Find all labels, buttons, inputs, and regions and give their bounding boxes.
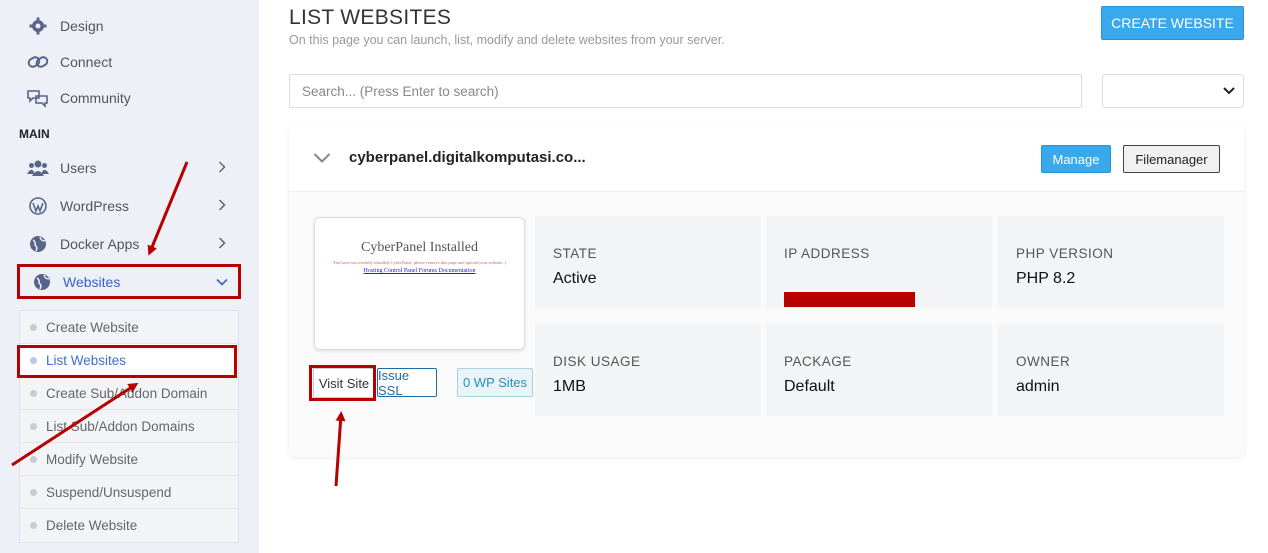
- arrow: [147, 161, 189, 256]
- arrow: [334, 411, 346, 487]
- annotation-arrows: [11, 161, 346, 487]
- arrow: [11, 382, 139, 467]
